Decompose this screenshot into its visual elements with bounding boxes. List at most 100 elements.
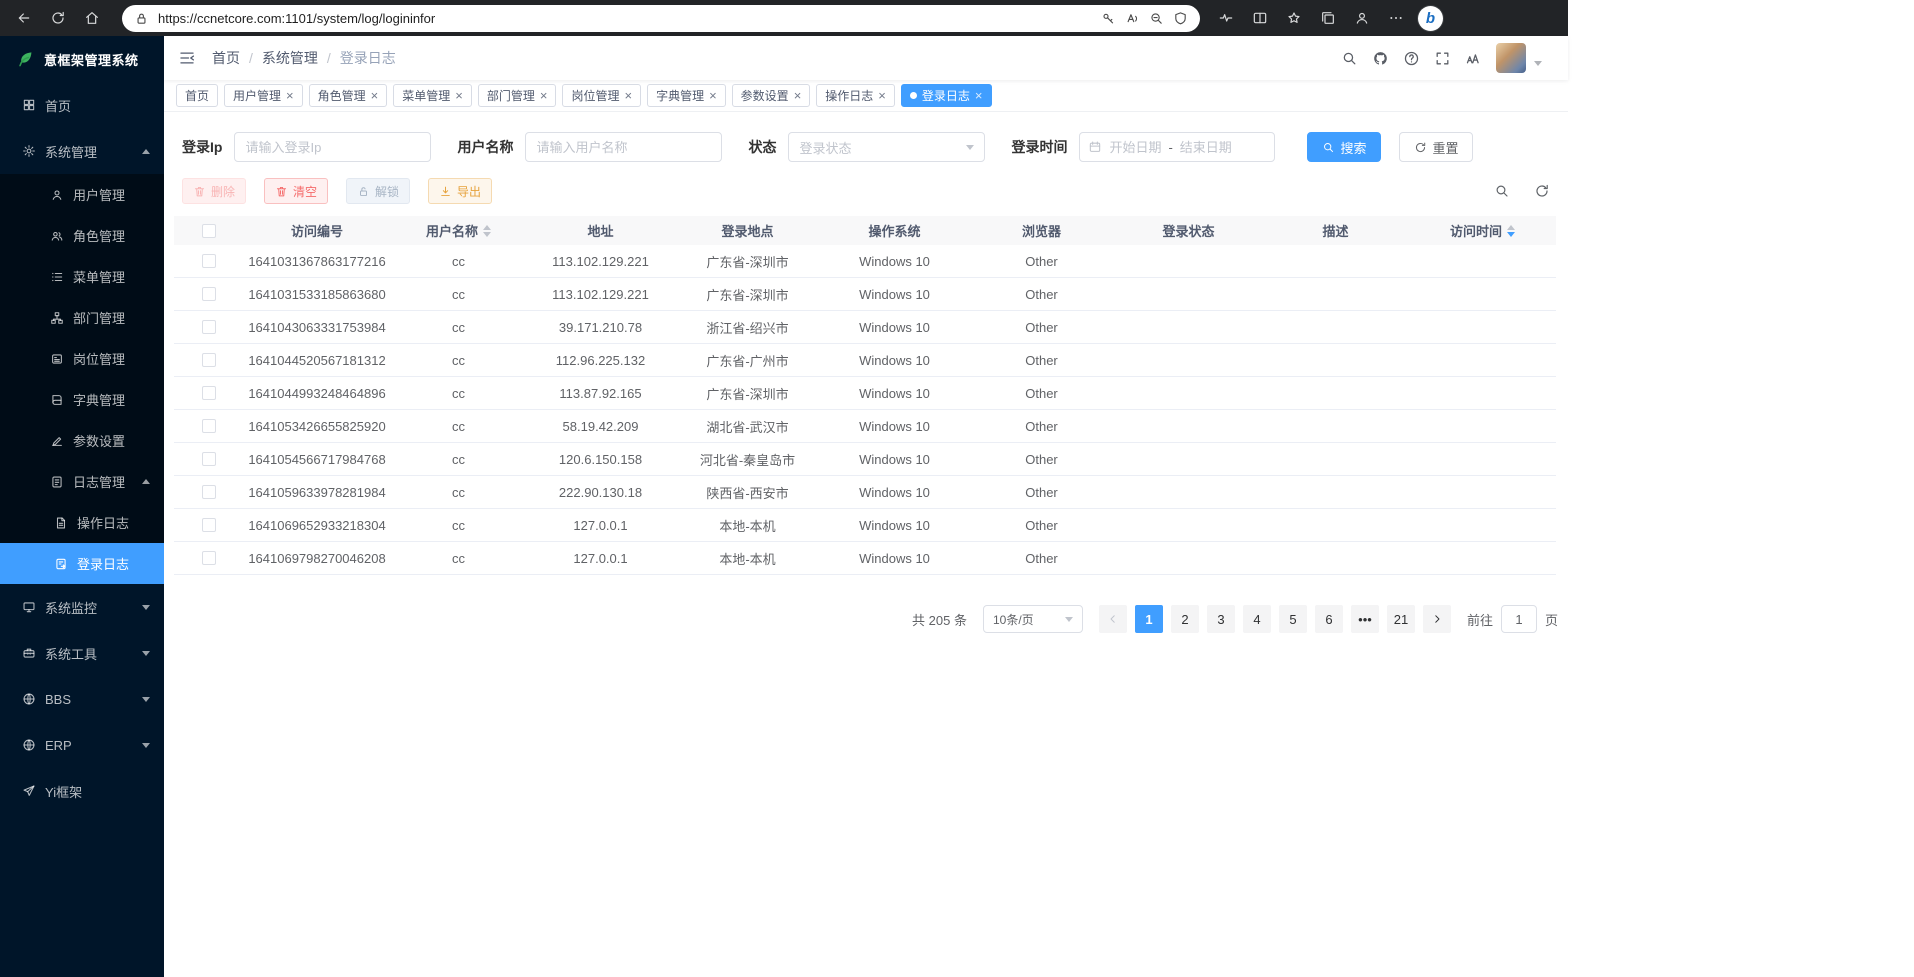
home-button[interactable] bbox=[78, 4, 106, 32]
view-tab[interactable]: 操作日志 × bbox=[816, 84, 895, 107]
read-aloud-icon[interactable] bbox=[1125, 11, 1140, 26]
sidebar-item[interactable]: Yi框架 bbox=[0, 768, 164, 814]
view-tab[interactable]: 角色管理 × bbox=[309, 84, 388, 107]
breadcrumb-home[interactable]: 首页 bbox=[212, 48, 240, 68]
favorites-icon[interactable] bbox=[1280, 4, 1308, 32]
sort-icon[interactable] bbox=[1507, 225, 1515, 237]
column-header-username[interactable]: 用户名称 bbox=[390, 221, 527, 240]
view-tab[interactable]: 岗位管理 × bbox=[562, 84, 641, 107]
page-number-button[interactable]: 2 bbox=[1171, 605, 1199, 633]
sidebar-item[interactable]: 字典管理 bbox=[0, 379, 164, 420]
view-tab[interactable]: 参数设置 × bbox=[732, 84, 811, 107]
sidebar-item[interactable]: 系统管理 bbox=[0, 128, 164, 174]
sidebar-item[interactable]: 用户管理 bbox=[0, 174, 164, 215]
login-ip-input[interactable] bbox=[234, 132, 431, 162]
table-row[interactable]: 1641059633978281984 cc 222.90.130.18 陕西省… bbox=[174, 476, 1556, 509]
prev-page-button[interactable] bbox=[1099, 605, 1127, 633]
collections-icon[interactable] bbox=[1314, 4, 1342, 32]
view-tab[interactable]: 首页 × bbox=[176, 84, 218, 107]
sidebar-item[interactable]: 操作日志 bbox=[0, 502, 164, 543]
page-number-button[interactable]: 21 bbox=[1387, 605, 1415, 633]
tab-close-icon[interactable]: × bbox=[371, 89, 379, 102]
sidebar-item[interactable]: 角色管理 bbox=[0, 215, 164, 256]
table-row[interactable]: 1641044520567181312 cc 112.96.225.132 广东… bbox=[174, 344, 1556, 377]
table-row[interactable]: 1641031533185863680 cc 113.102.129.221 广… bbox=[174, 278, 1556, 311]
table-row[interactable]: 1641069652933218304 cc 127.0.0.1 本地-本机 W… bbox=[174, 509, 1556, 542]
sidebar-item[interactable]: 首页 bbox=[0, 82, 164, 128]
page-number-button[interactable]: 3 bbox=[1207, 605, 1235, 633]
row-checkbox[interactable] bbox=[202, 551, 216, 565]
split-screen-icon[interactable] bbox=[1246, 4, 1274, 32]
browser-menu-icon[interactable] bbox=[1382, 4, 1410, 32]
header-search-icon[interactable] bbox=[1341, 50, 1358, 67]
page-number-button[interactable]: 4 bbox=[1243, 605, 1271, 633]
sidebar-item[interactable]: 菜单管理 bbox=[0, 256, 164, 297]
tab-close-icon[interactable]: × bbox=[540, 89, 548, 102]
menu-fold-icon[interactable] bbox=[178, 49, 196, 67]
sidebar-item[interactable]: 登录日志 bbox=[0, 543, 164, 584]
address-bar[interactable]: https://ccnetcore.com:1101/system/log/lo… bbox=[122, 5, 1200, 32]
password-key-icon[interactable] bbox=[1101, 11, 1116, 26]
goto-page-input[interactable] bbox=[1501, 605, 1537, 633]
sidebar-item[interactable]: 日志管理 bbox=[0, 461, 164, 502]
tab-close-icon[interactable]: × bbox=[975, 89, 983, 102]
breadcrumb-system[interactable]: 系统管理 bbox=[262, 48, 318, 68]
page-number-button[interactable]: 6 bbox=[1315, 605, 1343, 633]
tab-close-icon[interactable]: × bbox=[878, 89, 886, 102]
export-button[interactable]: 导出 bbox=[428, 178, 492, 204]
start-date-input[interactable] bbox=[1107, 140, 1163, 155]
table-row[interactable]: 1641031367863177216 cc 113.102.129.221 广… bbox=[174, 245, 1556, 278]
unlock-button[interactable]: 解锁 bbox=[346, 178, 410, 204]
row-checkbox[interactable] bbox=[202, 353, 216, 367]
row-checkbox[interactable] bbox=[202, 254, 216, 268]
page-size-select[interactable]: 10条/页 bbox=[983, 605, 1083, 633]
row-checkbox[interactable] bbox=[202, 485, 216, 499]
sidebar-item[interactable]: 参数设置 bbox=[0, 420, 164, 461]
row-checkbox[interactable] bbox=[202, 518, 216, 532]
refresh-table-icon[interactable] bbox=[1534, 183, 1550, 199]
delete-button[interactable]: 删除 bbox=[182, 178, 246, 204]
sidebar-item[interactable]: ERP bbox=[0, 722, 164, 768]
tab-close-icon[interactable]: × bbox=[624, 89, 632, 102]
date-range-picker[interactable]: - bbox=[1079, 132, 1275, 162]
app-logo[interactable]: 意框架管理系统 bbox=[0, 36, 164, 82]
view-tab[interactable]: 字典管理 × bbox=[647, 84, 726, 107]
tracking-shield-icon[interactable] bbox=[1173, 11, 1188, 26]
status-select[interactable]: 登录状态 bbox=[788, 132, 985, 162]
reset-button[interactable]: 重置 bbox=[1399, 132, 1473, 162]
sidebar-item[interactable]: 系统工具 bbox=[0, 630, 164, 676]
table-row[interactable]: 1641054566717984768 cc 120.6.150.158 河北省… bbox=[174, 443, 1556, 476]
row-checkbox[interactable] bbox=[202, 386, 216, 400]
refresh-button[interactable] bbox=[44, 4, 72, 32]
copilot-icon[interactable]: b bbox=[1418, 6, 1443, 31]
sidebar-item[interactable]: 部门管理 bbox=[0, 297, 164, 338]
tab-close-icon[interactable]: × bbox=[286, 89, 294, 102]
sidebar-item[interactable]: 岗位管理 bbox=[0, 338, 164, 379]
view-tab[interactable]: 菜单管理 × bbox=[393, 84, 472, 107]
page-number-button[interactable]: 5 bbox=[1279, 605, 1307, 633]
next-page-button[interactable] bbox=[1423, 605, 1451, 633]
browser-essentials-icon[interactable] bbox=[1212, 4, 1240, 32]
view-tab[interactable]: 登录日志 × bbox=[901, 84, 992, 107]
row-checkbox[interactable] bbox=[202, 320, 216, 334]
fullscreen-icon[interactable] bbox=[1434, 50, 1451, 67]
sort-icon[interactable] bbox=[483, 225, 491, 237]
select-all-checkbox[interactable] bbox=[202, 224, 216, 238]
table-row[interactable]: 1641053426655825920 cc 58.19.42.209 湖北省-… bbox=[174, 410, 1556, 443]
view-tab[interactable]: 部门管理 × bbox=[478, 84, 557, 107]
column-header-visit-time[interactable]: 访问时间 bbox=[1409, 221, 1556, 240]
tab-close-icon[interactable]: × bbox=[794, 89, 802, 102]
view-tab[interactable]: 用户管理 × bbox=[224, 84, 303, 107]
site-lock-icon[interactable] bbox=[134, 11, 149, 26]
url-text[interactable]: https://ccnetcore.com:1101/system/log/lo… bbox=[158, 11, 1092, 26]
back-button[interactable] bbox=[10, 4, 38, 32]
tab-close-icon[interactable]: × bbox=[455, 89, 463, 102]
end-date-input[interactable] bbox=[1178, 140, 1234, 155]
table-row[interactable]: 1641069798270046208 cc 127.0.0.1 本地-本机 W… bbox=[174, 542, 1556, 575]
page-number-button[interactable]: ••• bbox=[1351, 605, 1379, 633]
toggle-search-icon[interactable] bbox=[1494, 183, 1510, 199]
zoom-out-icon[interactable] bbox=[1149, 11, 1164, 26]
row-checkbox[interactable] bbox=[202, 419, 216, 433]
clear-button[interactable]: 清空 bbox=[264, 178, 328, 204]
sidebar-item[interactable]: BBS bbox=[0, 676, 164, 722]
